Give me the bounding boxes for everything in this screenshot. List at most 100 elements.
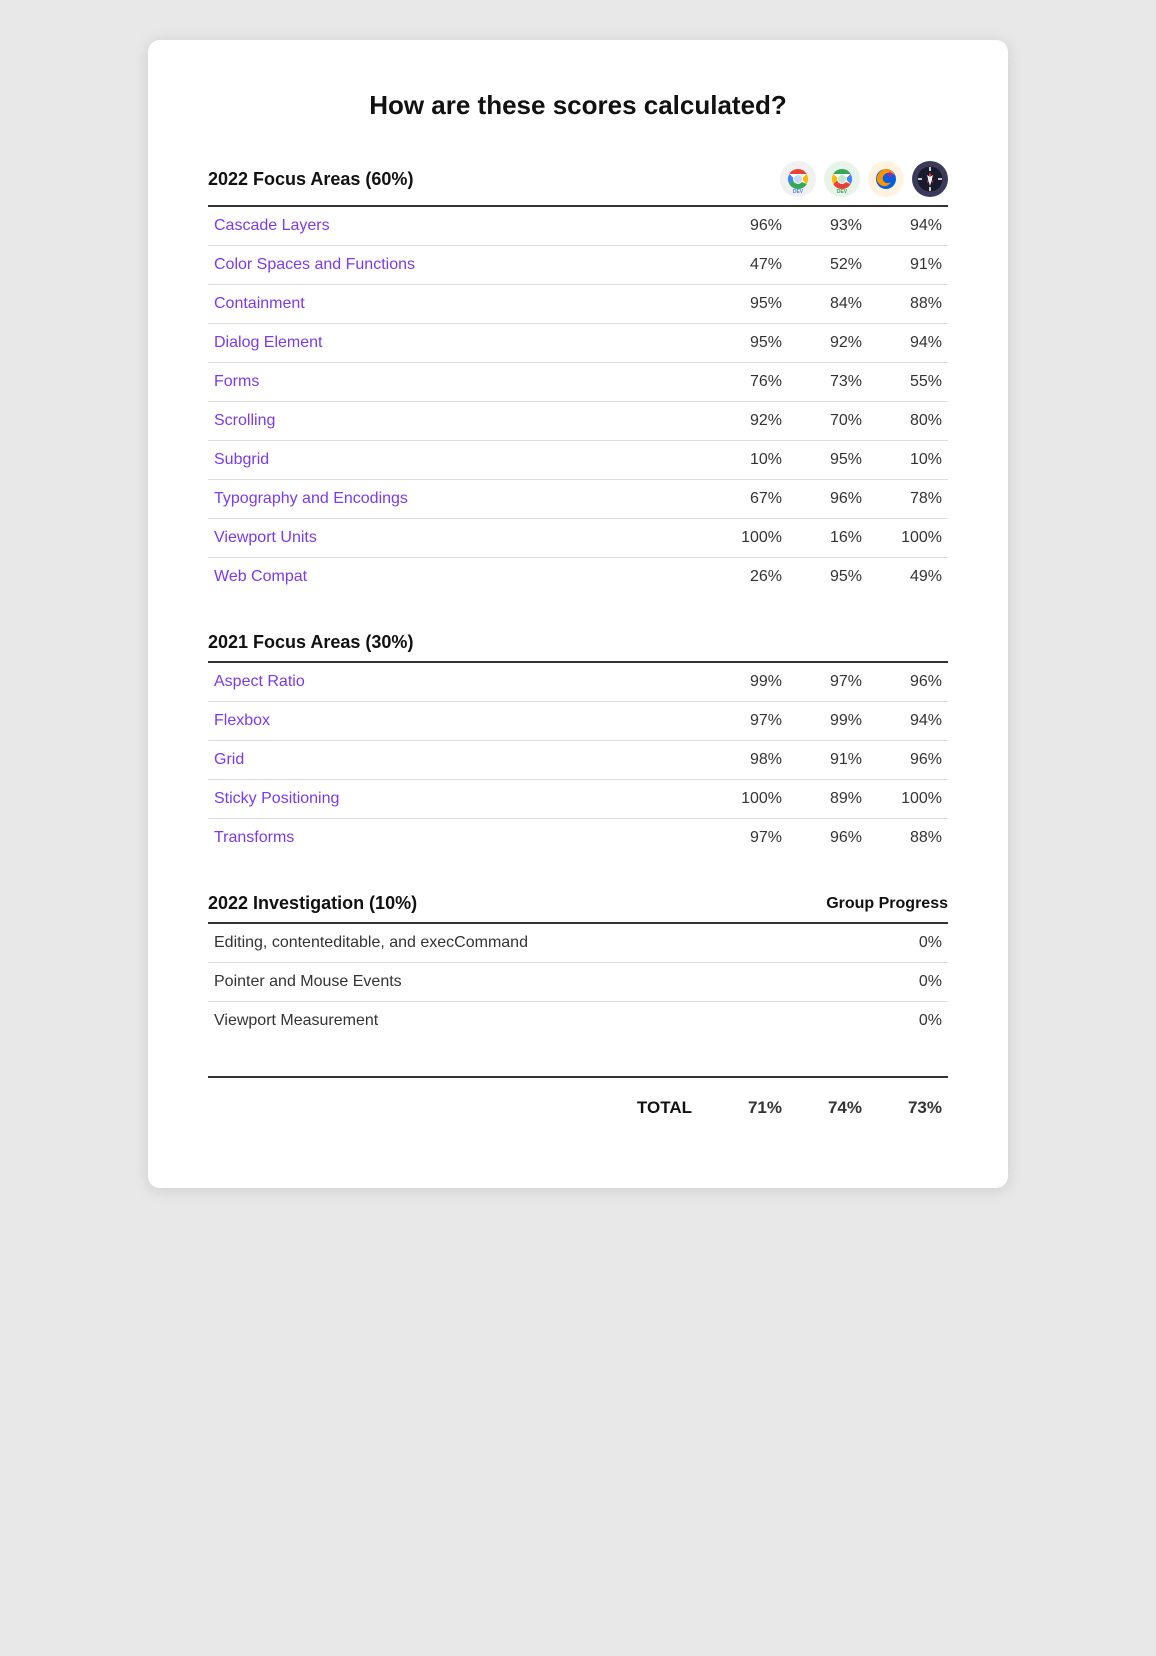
section-2022-header: 2022 Focus Areas (60%) DEV <box>208 161 948 205</box>
score-chrome: 99% <box>708 662 788 702</box>
score-safari: 94% <box>868 324 948 363</box>
row-name: Viewport Measurement <box>208 1002 868 1041</box>
table-row: Cascade Layers 96% 93% 94% <box>208 206 948 246</box>
score-safari: 100% <box>868 780 948 819</box>
score-chrome: 100% <box>708 780 788 819</box>
score-firefox: 91% <box>788 741 868 780</box>
score-firefox: 73% <box>788 363 868 402</box>
table-row: Containment 95% 84% 88% <box>208 285 948 324</box>
table-row: Transforms 97% 96% 88% <box>208 819 948 858</box>
table-row: Forms 76% 73% 55% <box>208 363 948 402</box>
score-firefox: 99% <box>788 702 868 741</box>
section-2021: 2021 Focus Areas (30%) Aspect Ratio 99% … <box>208 632 948 857</box>
score-chrome: 97% <box>708 702 788 741</box>
table-row: Color Spaces and Functions 47% 52% 91% <box>208 246 948 285</box>
row-name[interactable]: Dialog Element <box>208 324 708 363</box>
score-group: 0% <box>868 1002 948 1041</box>
score-group: 0% <box>868 963 948 1002</box>
table-row: Viewport Units 100% 16% 100% <box>208 519 948 558</box>
score-chrome: 95% <box>708 285 788 324</box>
row-name[interactable]: Cascade Layers <box>208 206 708 246</box>
score-firefox: 84% <box>788 285 868 324</box>
browser-icons: DEV DEV <box>780 161 948 197</box>
score-safari: 88% <box>868 285 948 324</box>
section-2022-title: 2022 Focus Areas (60%) <box>208 169 413 190</box>
table-row: Grid 98% 91% 96% <box>208 741 948 780</box>
safari-icon <box>912 161 948 197</box>
score-firefox: 16% <box>788 519 868 558</box>
row-name[interactable]: Grid <box>208 741 708 780</box>
score-chrome: 26% <box>708 558 788 597</box>
table-row: Editing, contenteditable, and execComman… <box>208 923 948 963</box>
table-2022: Cascade Layers 96% 93% 94% Color Spaces … <box>208 205 948 596</box>
row-name[interactable]: Subgrid <box>208 441 708 480</box>
svg-text:DEV: DEV <box>793 189 804 195</box>
row-name[interactable]: Typography and Encodings <box>208 480 708 519</box>
total-score-2: 74% <box>788 1077 868 1128</box>
row-name[interactable]: Transforms <box>208 819 708 858</box>
group-progress-label: Group Progress <box>826 895 948 913</box>
total-score-1: 71% <box>708 1077 788 1128</box>
table-row: Viewport Measurement 0% <box>208 1002 948 1041</box>
svg-text:DEV: DEV <box>837 189 848 195</box>
score-safari: 80% <box>868 402 948 441</box>
table-row: Web Compat 26% 95% 49% <box>208 558 948 597</box>
row-name[interactable]: Viewport Units <box>208 519 708 558</box>
row-name[interactable]: Containment <box>208 285 708 324</box>
row-name[interactable]: Sticky Positioning <box>208 780 708 819</box>
score-firefox: 97% <box>788 662 868 702</box>
score-chrome: 96% <box>708 206 788 246</box>
score-safari: 96% <box>868 741 948 780</box>
page-title: How are these scores calculated? <box>208 90 948 121</box>
score-safari: 94% <box>868 702 948 741</box>
section-2022: 2022 Focus Areas (60%) DEV <box>208 161 948 596</box>
firefox-icon <box>868 161 904 197</box>
main-card: How are these scores calculated? 2022 Fo… <box>148 40 1008 1188</box>
table-2021: Aspect Ratio 99% 97% 96% Flexbox 97% 99%… <box>208 661 948 857</box>
score-safari: 10% <box>868 441 948 480</box>
score-firefox: 89% <box>788 780 868 819</box>
row-name: Editing, contenteditable, and execComman… <box>208 923 868 963</box>
score-safari: 94% <box>868 206 948 246</box>
row-name[interactable]: Scrolling <box>208 402 708 441</box>
table-row: Aspect Ratio 99% 97% 96% <box>208 662 948 702</box>
score-safari: 49% <box>868 558 948 597</box>
chrome-dev-icon: DEV <box>780 161 816 197</box>
table-row: Pointer and Mouse Events 0% <box>208 963 948 1002</box>
section-2021-header: 2021 Focus Areas (30%) <box>208 632 948 661</box>
total-score-3: 73% <box>868 1077 948 1128</box>
score-chrome: 100% <box>708 519 788 558</box>
row-name[interactable]: Color Spaces and Functions <box>208 246 708 285</box>
table-row: Scrolling 92% 70% 80% <box>208 402 948 441</box>
score-chrome: 67% <box>708 480 788 519</box>
row-name[interactable]: Aspect Ratio <box>208 662 708 702</box>
table-row: Dialog Element 95% 92% 94% <box>208 324 948 363</box>
row-name[interactable]: Web Compat <box>208 558 708 597</box>
row-name[interactable]: Forms <box>208 363 708 402</box>
score-firefox: 52% <box>788 246 868 285</box>
chrome-dev-icon-2: DEV <box>824 161 860 197</box>
row-name: Pointer and Mouse Events <box>208 963 868 1002</box>
score-firefox: 93% <box>788 206 868 246</box>
section-investigation: 2022 Investigation (10%) Group Progress … <box>208 893 948 1040</box>
score-chrome: 98% <box>708 741 788 780</box>
total-table: TOTAL 71% 74% 73% <box>208 1076 948 1128</box>
score-chrome: 95% <box>708 324 788 363</box>
score-firefox: 96% <box>788 480 868 519</box>
score-firefox: 95% <box>788 441 868 480</box>
section-investigation-header: 2022 Investigation (10%) Group Progress <box>208 893 948 922</box>
score-firefox: 96% <box>788 819 868 858</box>
table-row: Subgrid 10% 95% 10% <box>208 441 948 480</box>
score-safari: 91% <box>868 246 948 285</box>
score-firefox: 92% <box>788 324 868 363</box>
total-row: TOTAL 71% 74% 73% <box>208 1077 948 1128</box>
total-label: TOTAL <box>208 1077 708 1128</box>
section-investigation-title: 2022 Investigation (10%) <box>208 893 417 914</box>
table-row: Typography and Encodings 67% 96% 78% <box>208 480 948 519</box>
score-safari: 88% <box>868 819 948 858</box>
row-name[interactable]: Flexbox <box>208 702 708 741</box>
score-chrome: 97% <box>708 819 788 858</box>
table-investigation: Editing, contenteditable, and execComman… <box>208 922 948 1040</box>
score-chrome: 76% <box>708 363 788 402</box>
table-row: Sticky Positioning 100% 89% 100% <box>208 780 948 819</box>
